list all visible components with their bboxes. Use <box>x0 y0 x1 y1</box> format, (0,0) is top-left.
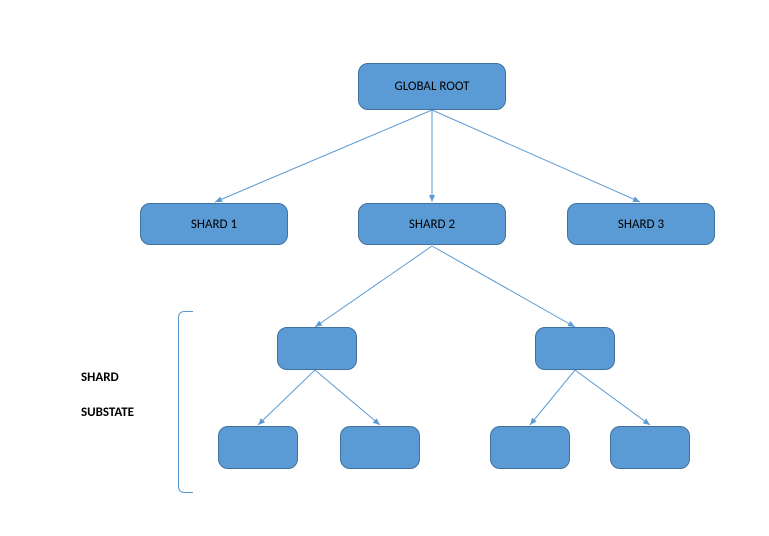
node-substate-leaf-4 <box>610 426 690 469</box>
node-label: GLOBAL ROOT <box>395 79 470 94</box>
node-shard-2: SHARD 2 <box>358 203 506 245</box>
node-label: SHARD 2 <box>409 217 455 232</box>
bracket-shard-substate <box>178 311 193 493</box>
annotation-line2: SUBSTATE <box>81 405 134 420</box>
node-shard-3: SHARD 3 <box>567 203 715 245</box>
node-label: SHARD 1 <box>191 217 237 232</box>
node-substate-mid-right <box>535 327 615 370</box>
annotation-line1: SHARD <box>81 370 119 385</box>
node-substate-leaf-1 <box>218 426 298 469</box>
node-shard-1: SHARD 1 <box>140 203 288 245</box>
node-substate-leaf-2 <box>340 426 420 469</box>
node-substate-mid-left <box>277 327 357 370</box>
node-substate-leaf-3 <box>490 426 570 469</box>
node-global-root: GLOBAL ROOT <box>358 63 506 110</box>
node-label: SHARD 3 <box>618 217 664 232</box>
